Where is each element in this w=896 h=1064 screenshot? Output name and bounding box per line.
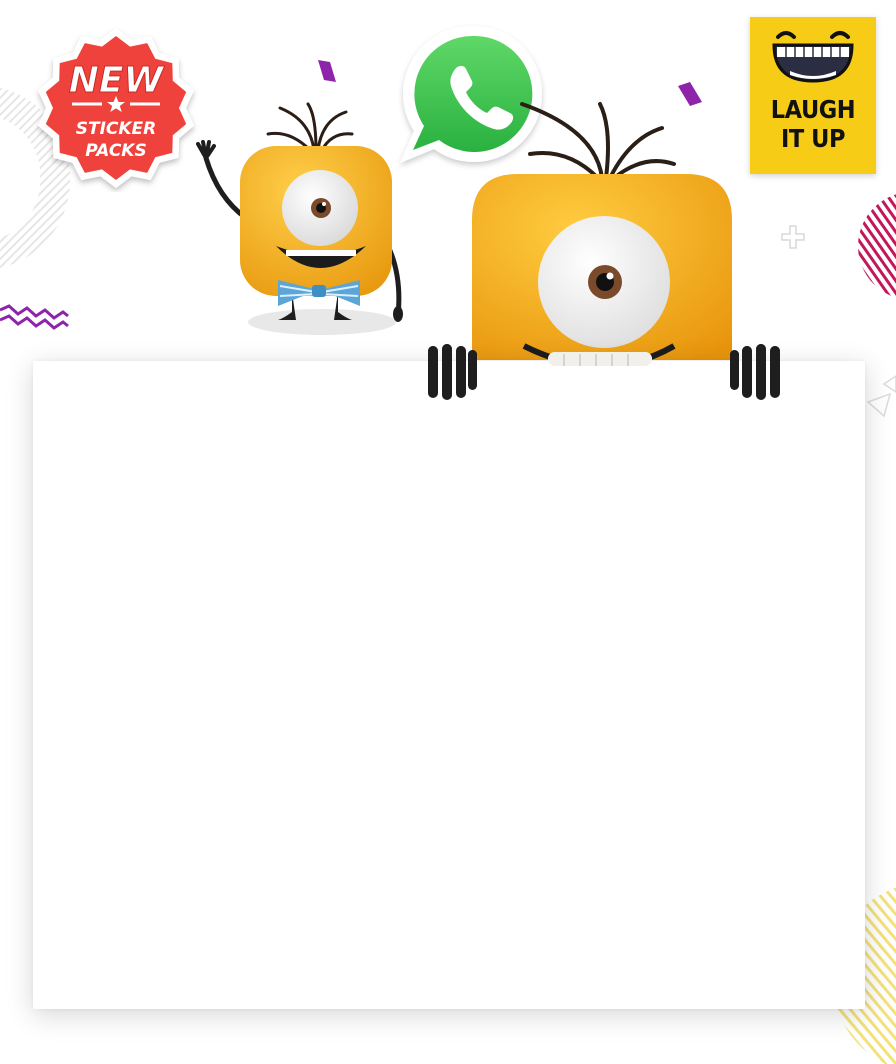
badge-line-new: NEW bbox=[69, 60, 166, 101]
main-content-card bbox=[33, 361, 865, 1009]
badge-line-packs: PACKS bbox=[85, 141, 146, 161]
zigzag-decoration bbox=[0, 304, 70, 334]
monster-hands-overlay bbox=[424, 340, 784, 404]
triangle-decoration bbox=[864, 372, 896, 422]
laughing-face-icon bbox=[772, 31, 854, 83]
stripe-circle-right bbox=[856, 190, 896, 302]
badge-line-sticker: STICKER bbox=[76, 119, 157, 139]
new-sticker-packs-badge: NEW STICKER PACKS bbox=[30, 26, 202, 192]
small-monster-mascot bbox=[188, 96, 418, 342]
confetti-piece bbox=[314, 58, 340, 84]
